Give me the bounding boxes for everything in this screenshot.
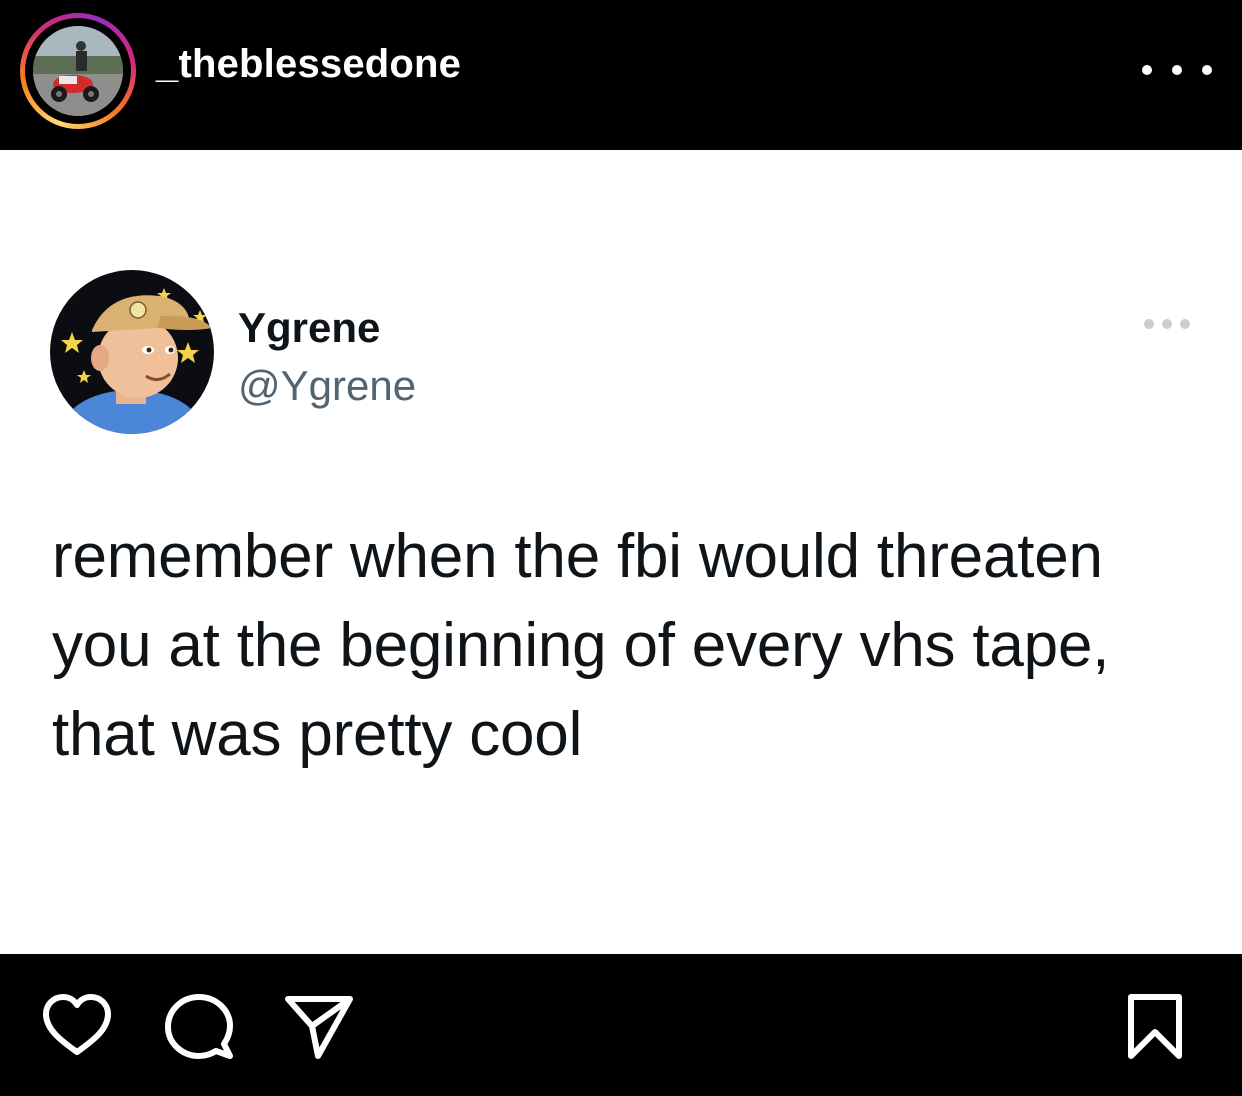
tweet-handle[interactable]: @Ygrene bbox=[238, 362, 416, 410]
tweet-card: Ygrene @Ygrene remember when the fbi wou… bbox=[0, 150, 1242, 954]
action-bar bbox=[0, 954, 1242, 1096]
story-ring[interactable] bbox=[20, 13, 136, 129]
avatar[interactable] bbox=[33, 26, 123, 116]
tweet-display-name[interactable]: Ygrene bbox=[238, 304, 380, 352]
comment-icon[interactable] bbox=[162, 990, 236, 1064]
more-options-icon[interactable] bbox=[1142, 50, 1212, 90]
post-username[interactable]: _theblessedone bbox=[156, 42, 461, 87]
post-header: _theblessedone bbox=[0, 0, 1242, 150]
bookmark-icon[interactable] bbox=[1118, 990, 1192, 1064]
tweet-more-icon[interactable] bbox=[1144, 316, 1190, 332]
tweet-avatar[interactable] bbox=[50, 270, 214, 434]
instagram-post: _theblessedone Ygrene @Ygrene remember w… bbox=[0, 0, 1242, 1096]
heart-icon[interactable] bbox=[40, 990, 114, 1064]
send-icon[interactable] bbox=[282, 990, 356, 1064]
tweet-text: remember when the fbi would threaten you… bbox=[52, 522, 1110, 769]
